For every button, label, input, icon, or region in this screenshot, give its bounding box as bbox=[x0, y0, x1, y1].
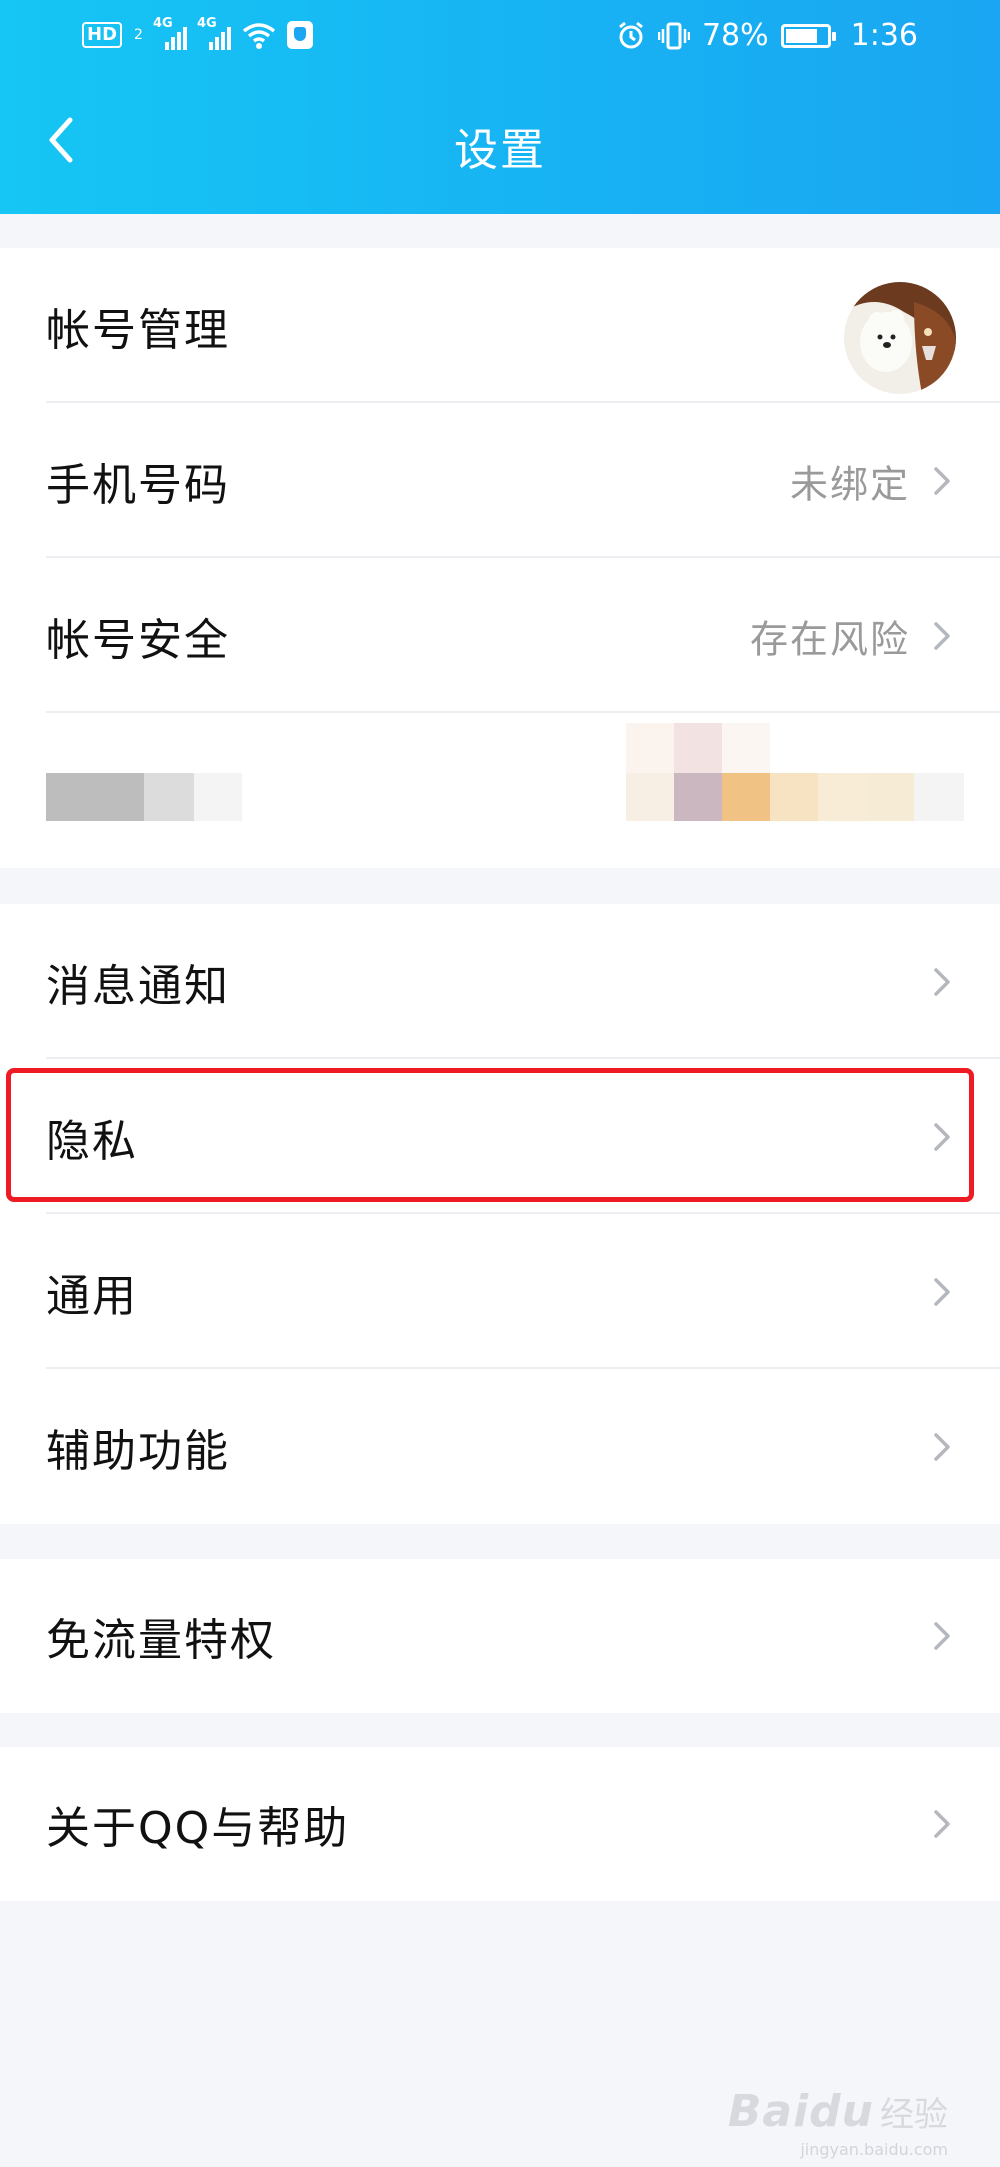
account-security-status: 存在风险 bbox=[749, 617, 910, 661]
accessibility-label: 辅助功能 bbox=[46, 1425, 230, 1477]
watermark-url: jingyan.baidu.com bbox=[800, 2140, 948, 2159]
battery-percent: 78% bbox=[701, 18, 769, 53]
vibrate-icon bbox=[657, 22, 690, 49]
wifi-icon bbox=[242, 23, 276, 49]
phone-number-status: 未绑定 bbox=[789, 462, 910, 506]
free-data-group: 免流量特权 bbox=[0, 1559, 1000, 1713]
account-management-row[interactable]: 帐号管理 bbox=[0, 248, 1000, 403]
chevron-right-icon bbox=[934, 621, 950, 650]
free-data-label: 免流量特权 bbox=[46, 1615, 276, 1666]
clock: 1:36 bbox=[850, 18, 918, 53]
general-settings-group: 消息通知 隐私 通用 辅助功能 bbox=[0, 904, 1000, 1524]
phone-number-row[interactable]: 手机号码 未绑定 bbox=[0, 403, 1000, 558]
account-settings-group: 帐号管理 手机号码 未绑定 帐号安全 存在风险 bbox=[0, 248, 1000, 868]
hd-badge: HD bbox=[82, 22, 123, 48]
status-bar: HD 2 4G 4G 78% 1:36 bbox=[0, 0, 1000, 74]
general-label: 通用 bbox=[46, 1270, 138, 1322]
about-row[interactable]: 关于QQ与帮助 bbox=[0, 1747, 1000, 1901]
chevron-right-icon bbox=[934, 1277, 950, 1306]
chevron-right-icon bbox=[934, 1810, 950, 1838]
chevron-right-icon bbox=[934, 1432, 950, 1461]
general-row[interactable]: 通用 bbox=[0, 1214, 1000, 1369]
app-header: HD 2 4G 4G 78% 1:36 设置 bbox=[0, 0, 1000, 214]
signal-icon-1: 4G bbox=[153, 16, 187, 50]
avatar[interactable] bbox=[844, 282, 956, 394]
account-security-label: 帐号安全 bbox=[46, 614, 230, 666]
account-security-row[interactable]: 帐号安全 存在风险 bbox=[0, 558, 1000, 713]
signal-icon-2: 4G bbox=[197, 16, 231, 50]
chevron-right-icon bbox=[934, 466, 950, 495]
alarm-icon bbox=[619, 21, 643, 48]
shield-icon bbox=[286, 21, 313, 49]
chevron-right-icon bbox=[934, 1622, 950, 1650]
free-data-row[interactable]: 免流量特权 bbox=[0, 1559, 1000, 1713]
notifications-row[interactable]: 消息通知 bbox=[0, 904, 1000, 1059]
pixelated-row bbox=[0, 713, 1000, 868]
phone-number-label: 手机号码 bbox=[46, 459, 230, 511]
accessibility-row[interactable]: 辅助功能 bbox=[0, 1369, 1000, 1524]
about-group: 关于QQ与帮助 bbox=[0, 1747, 1000, 1901]
watermark-brand: Baidu bbox=[727, 2086, 874, 2137]
chevron-right-icon bbox=[934, 967, 950, 996]
navigation-bar: 设置 bbox=[0, 74, 1000, 214]
sim-number: 2 bbox=[134, 27, 143, 43]
page-title: 设置 bbox=[454, 125, 546, 176]
privacy-highlight-box bbox=[6, 1068, 974, 1202]
account-management-label: 帐号管理 bbox=[46, 304, 230, 356]
about-label: 关于QQ与帮助 bbox=[46, 1803, 350, 1854]
watermark-suffix: 经验 bbox=[880, 2095, 948, 2135]
notifications-label: 消息通知 bbox=[46, 960, 230, 1012]
watermark: Baidu 经验 bbox=[728, 2086, 948, 2137]
battery-icon bbox=[780, 23, 836, 48]
